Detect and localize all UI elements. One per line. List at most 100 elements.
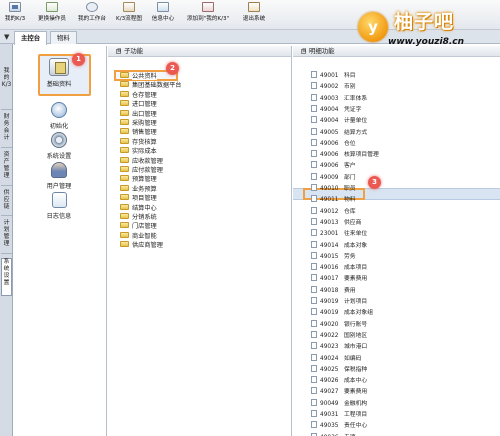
detail-item-code: 49020 bbox=[320, 321, 339, 328]
log-icon bbox=[51, 192, 67, 208]
detail-item-name: 银行账号 bbox=[344, 321, 368, 328]
detail-item[interactable]: 49035 责任中心 bbox=[311, 421, 368, 430]
subfunction-item-label: 应收款管理 bbox=[132, 157, 163, 165]
detail-item[interactable]: 49003 汇率体系 bbox=[311, 93, 367, 103]
subfunction-item[interactable]: 业务预算 bbox=[120, 184, 157, 194]
detail-item-name: 责任中心 bbox=[344, 423, 368, 430]
detail-item[interactable]: 49025 保税指种 bbox=[311, 364, 368, 374]
collapse-icon[interactable]: 日 bbox=[301, 48, 307, 54]
vtab-system-settings[interactable]: 系统设置 bbox=[1, 258, 12, 296]
detail-item[interactable]: 49004 凭证字 bbox=[311, 104, 362, 114]
exit-system-button[interactable]: 退出系统 bbox=[239, 2, 269, 26]
detail-item[interactable]: 49013 供应商 bbox=[311, 217, 361, 227]
folder-icon bbox=[120, 222, 129, 229]
detail-item[interactable]: 49009 部门 bbox=[311, 172, 356, 182]
module-system-settings[interactable]: 系统设置 bbox=[28, 132, 90, 160]
detail-item[interactable]: 49011 物料 bbox=[311, 195, 356, 204]
module-user-management[interactable]: 用户管理 bbox=[28, 162, 90, 190]
switch-operator-label: 更换操作员 bbox=[38, 16, 66, 22]
workbench-button[interactable]: 我的工作台 bbox=[75, 2, 109, 26]
subfunction-item[interactable]: 公共资料 bbox=[120, 72, 157, 81]
callout-badge: 2 bbox=[166, 62, 179, 75]
vtab-plan-management[interactable]: 计划管理 bbox=[1, 220, 12, 254]
detail-item[interactable]: 49006 核算项目管理 bbox=[311, 150, 379, 159]
subfunction-item[interactable]: 存货核算 bbox=[120, 137, 157, 147]
logo-ball-icon: y bbox=[358, 12, 388, 42]
subfunction-item[interactable]: 门店管理 bbox=[120, 222, 157, 231]
detail-item[interactable]: 49031 工程项目 bbox=[311, 410, 367, 419]
chevron-down-icon[interactable]: ▼ bbox=[4, 33, 9, 41]
detail-item-code: 49015 bbox=[320, 253, 339, 260]
vtab-asset-management[interactable]: 资产管理 bbox=[1, 152, 12, 186]
subfunction-item[interactable]: 预算管理 bbox=[120, 175, 157, 184]
detail-item[interactable]: 49006 仓位 bbox=[311, 138, 356, 148]
subfunction-item[interactable]: 结算中心 bbox=[120, 203, 157, 213]
detail-item-code: 49005 bbox=[320, 129, 339, 136]
info-center-button[interactable]: 信息中心 bbox=[149, 2, 177, 26]
init-icon bbox=[51, 102, 67, 118]
subfunction-item[interactable]: 应付款管理 bbox=[120, 166, 163, 175]
detail-item-name: 如编码 bbox=[344, 355, 362, 362]
detail-item[interactable]: 90049 金融机构 bbox=[311, 398, 367, 408]
subfunction-item[interactable]: 销售管理 bbox=[120, 128, 157, 137]
document-icon bbox=[311, 116, 317, 124]
detail-item[interactable]: 49001 科目 bbox=[311, 71, 356, 80]
detail-item-code: 49027 bbox=[320, 389, 339, 396]
vtab-my-k3[interactable]: 我的K/3 bbox=[1, 68, 12, 110]
subfunction-item[interactable]: 供应商管理 bbox=[120, 241, 163, 250]
subfunction-item[interactable]: 分销系统 bbox=[120, 213, 157, 222]
detail-item-name: 劳务 bbox=[344, 253, 356, 260]
tab-material[interactable]: 物料 bbox=[50, 31, 77, 44]
folder-icon bbox=[120, 137, 129, 144]
watermark-title: 柚子吧 bbox=[394, 11, 455, 33]
subfunction-item[interactable]: 集团基础数据平台 bbox=[120, 81, 182, 90]
subfunction-item[interactable]: 仓存管理 bbox=[120, 90, 157, 100]
detail-item-name: 部门 bbox=[344, 174, 356, 181]
detail-item[interactable]: 49010 职员 bbox=[311, 184, 356, 193]
flowchart-button[interactable]: K/3流程图 bbox=[113, 2, 145, 26]
detail-item-code: 49004 bbox=[320, 118, 339, 125]
detail-item[interactable]: 49019 计划项目 bbox=[311, 297, 367, 306]
detail-item-name: 保税指种 bbox=[344, 366, 368, 373]
detail-item[interactable]: 49018 费用 bbox=[311, 285, 356, 295]
subfunction-item[interactable]: 采购管理 bbox=[120, 119, 157, 128]
module-initialization[interactable]: 初始化 bbox=[28, 102, 90, 130]
detail-item-name: 凭证字 bbox=[344, 106, 362, 113]
vtab-supply-chain[interactable]: 供应链 bbox=[1, 190, 12, 216]
detail-item[interactable]: 49024 如编码 bbox=[311, 353, 362, 363]
my-k3-button[interactable]: 我的K/3 bbox=[2, 2, 28, 26]
detail-item[interactable]: 49027 要素费用 bbox=[311, 387, 367, 396]
detail-item-name: 科目 bbox=[344, 73, 356, 79]
detail-item[interactable]: 49012 仓库 bbox=[311, 206, 356, 216]
basic-data-icon bbox=[49, 58, 69, 76]
detail-item[interactable]: 49026 成本中心 bbox=[311, 376, 367, 385]
detail-item[interactable]: 49023 城市港口 bbox=[311, 342, 367, 351]
detail-item[interactable]: 49004 计量单位 bbox=[311, 116, 367, 125]
subfunction-item[interactable]: 实际成本 bbox=[120, 147, 157, 156]
module-log-info[interactable]: 日志信息 bbox=[28, 192, 90, 220]
detail-item[interactable]: 23001 往来单位 bbox=[311, 229, 367, 238]
detail-item[interactable]: 49022 国别地区 bbox=[311, 330, 367, 340]
subfunction-item[interactable]: 应收款管理 bbox=[120, 156, 163, 166]
vtab-financial-accounting[interactable]: 财务会计 bbox=[1, 114, 12, 148]
subfunction-item[interactable]: 商业智能 bbox=[120, 231, 157, 241]
detail-item[interactable]: 49002 币别 bbox=[311, 82, 356, 91]
subfunction-item[interactable]: 出口管理 bbox=[120, 109, 157, 119]
add-to-my-k3-button[interactable]: 添加到"我的K/3" bbox=[181, 2, 235, 26]
detail-item[interactable]: 49020 银行账号 bbox=[311, 319, 368, 329]
detail-item-name: 仓库 bbox=[344, 208, 356, 215]
detail-item[interactable]: 49005 结算方式 bbox=[311, 127, 367, 137]
detail-item[interactable]: 49006 客户 bbox=[311, 161, 356, 170]
detail-item-code: 49035 bbox=[320, 423, 339, 430]
detail-item[interactable]: 49019 成本对象组 bbox=[311, 308, 373, 317]
tab-main-console[interactable]: 主控台 bbox=[14, 31, 48, 45]
subfunction-item[interactable]: 项目管理 bbox=[120, 194, 157, 203]
subfunction-item[interactable]: 进口管理 bbox=[120, 100, 157, 109]
detail-item[interactable]: 49016 成本项目 bbox=[311, 263, 367, 272]
detail-item[interactable]: 49017 要素费用 bbox=[311, 274, 367, 283]
detail-item[interactable]: 49015 劳务 bbox=[311, 251, 356, 261]
detail-item[interactable]: 49014 成本对象 bbox=[311, 240, 367, 250]
switch-operator-button[interactable]: 更换操作员 bbox=[34, 2, 70, 26]
collapse-icon[interactable]: 日 bbox=[116, 48, 122, 54]
detail-item-name: 核算项目管理 bbox=[344, 152, 379, 159]
